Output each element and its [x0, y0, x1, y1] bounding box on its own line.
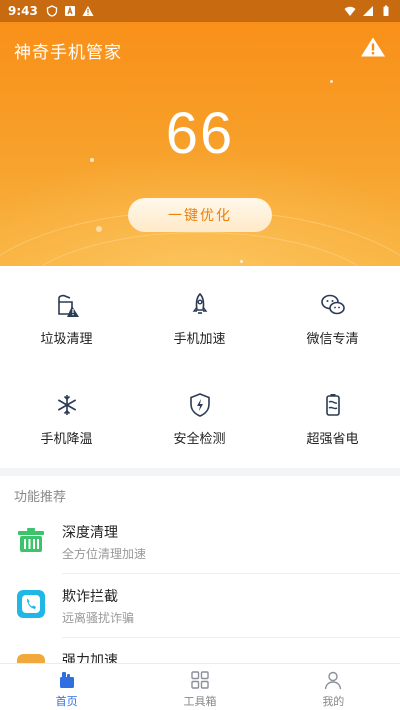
- snowflake-icon: [57, 395, 76, 415]
- list-item-fraud-block[interactable]: 欺诈拦截 远离骚扰诈骗: [0, 576, 400, 638]
- tool-label: 手机加速: [173, 332, 226, 347]
- list-item-title: 深度清理: [62, 525, 118, 541]
- phone-shield-icon: [17, 590, 45, 618]
- tool-phone-cooling[interactable]: 手机降温: [0, 366, 133, 466]
- battery-icon: [325, 394, 340, 416]
- tool-label: 微信专清: [306, 332, 359, 347]
- device-score: 66: [165, 101, 235, 166]
- tool-grid: 垃圾清理 手机加速 微信专清 手机降温 安全检测 超强省电: [0, 266, 400, 466]
- tab-label: 工具箱: [183, 695, 217, 708]
- one-click-optimize-button[interactable]: 一键优化: [128, 198, 272, 232]
- recommend-section-title: 功能推荐: [14, 490, 67, 505]
- status-bar: 9:43: [0, 0, 400, 22]
- section-divider: [0, 468, 400, 476]
- rocket-icon: [192, 292, 207, 314]
- wifi-icon: [344, 6, 356, 16]
- list-item-subtitle: 远离骚扰诈骗: [62, 611, 135, 625]
- tool-label: 超强省电: [306, 432, 359, 447]
- list-item-subtitle: 全方位清理加速: [62, 547, 147, 561]
- wechat-icon: [320, 294, 345, 315]
- warning-status-icon: [82, 6, 94, 16]
- warning-icon[interactable]: [360, 36, 386, 58]
- font-status-icon: [64, 6, 75, 16]
- bottom-tab-bar: 首页 工具箱 我的: [0, 663, 400, 710]
- signal-icon: [363, 6, 373, 16]
- tab-toolbox[interactable]: 工具箱: [133, 664, 266, 710]
- sparkle: [240, 260, 243, 263]
- tab-home[interactable]: 首页: [0, 664, 133, 710]
- tool-label: 安全检测: [173, 432, 226, 447]
- shield-status-icon: [46, 5, 58, 17]
- grid-icon: [191, 671, 209, 689]
- tool-power-saving[interactable]: 超强省电: [266, 366, 399, 466]
- list-separator: [62, 573, 400, 574]
- home-icon: [59, 672, 74, 688]
- battery-status-icon: [383, 5, 389, 16]
- tool-label: 手机降温: [40, 432, 93, 447]
- list-item-deep-clean[interactable]: 深度清理 全方位清理加速: [0, 512, 400, 574]
- sparkle: [330, 80, 333, 83]
- sparkle: [96, 226, 102, 232]
- tab-label: 首页: [55, 695, 78, 708]
- person-icon: [325, 671, 342, 690]
- tool-junk-clean[interactable]: 垃圾清理: [0, 266, 133, 366]
- tool-security-check[interactable]: 安全检测: [133, 366, 266, 466]
- app-title: 神奇手机管家: [14, 43, 122, 63]
- list-separator: [62, 637, 400, 638]
- tab-profile[interactable]: 我的: [267, 664, 400, 710]
- shield-bolt-icon: [189, 393, 210, 417]
- status-time: 9:43: [8, 4, 38, 18]
- tool-wechat-clean[interactable]: 微信专清: [266, 266, 399, 366]
- tool-phone-boost[interactable]: 手机加速: [133, 266, 266, 366]
- broom-warning-icon: [57, 294, 79, 317]
- tab-label: 我的: [322, 695, 345, 708]
- tool-label: 垃圾清理: [40, 332, 93, 347]
- list-item-title: 欺诈拦截: [62, 589, 118, 605]
- trash-bin-icon: [18, 528, 44, 552]
